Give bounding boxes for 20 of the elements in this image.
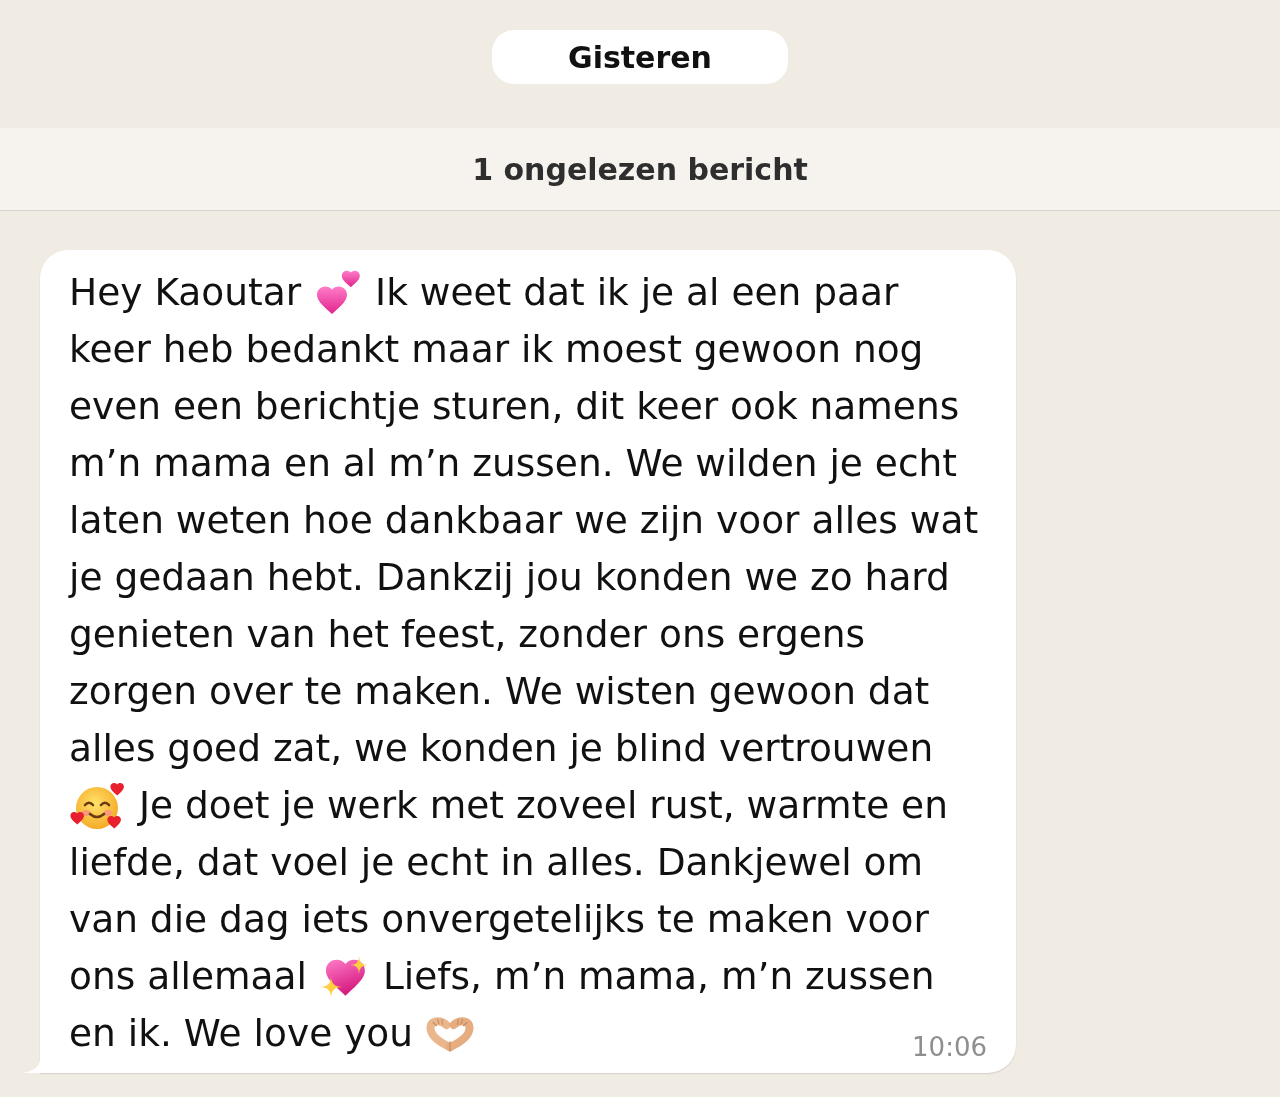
message-text: en ik. We love you [69, 1010, 414, 1057]
message-text: ons allemaal [69, 953, 307, 1000]
message-text: je gedaan hebt. Dankzij jou konden we zo hard [69, 554, 950, 601]
message-text: keer heb bedankt maar ik moest gewoon nog [69, 326, 924, 373]
message-time: 10:06 [912, 1032, 987, 1062]
date-separator: Gisteren [492, 30, 788, 84]
message-text: alles goed zat, we konden je blind vertrouwen [69, 725, 934, 772]
message-text: Je doet je werk met zoveel rust, warmte en [139, 782, 948, 829]
message-text: genieten van het feest, zonder ons ergens [69, 611, 866, 658]
message-text: Liefs, m’n mama, m’n zussen [382, 953, 935, 1000]
message-text: even een berichtje sturen, dit keer ook namens [69, 383, 960, 430]
message-text: Hey Kaoutar [69, 269, 302, 316]
unread-messages-banner: 1 ongelezen bericht [0, 128, 1280, 211]
message-text: van die dag iets onvergetelijks te maken voor [69, 896, 929, 943]
heart-hands-icon [425, 1015, 476, 1052]
message-text: zorgen over te maken. We wisten gewoon dat [69, 668, 930, 715]
message-text: liefde, dat voel je echt in alles. Dankjewel om [69, 839, 924, 886]
message-text: m’n mama en al m’n zussen. We wilden je echt [69, 440, 957, 487]
message-text: laten weten hoe dankbaar we zijn voor alles wat [69, 497, 979, 544]
message-text: Ik weet dat ik je al een paar [375, 269, 899, 316]
